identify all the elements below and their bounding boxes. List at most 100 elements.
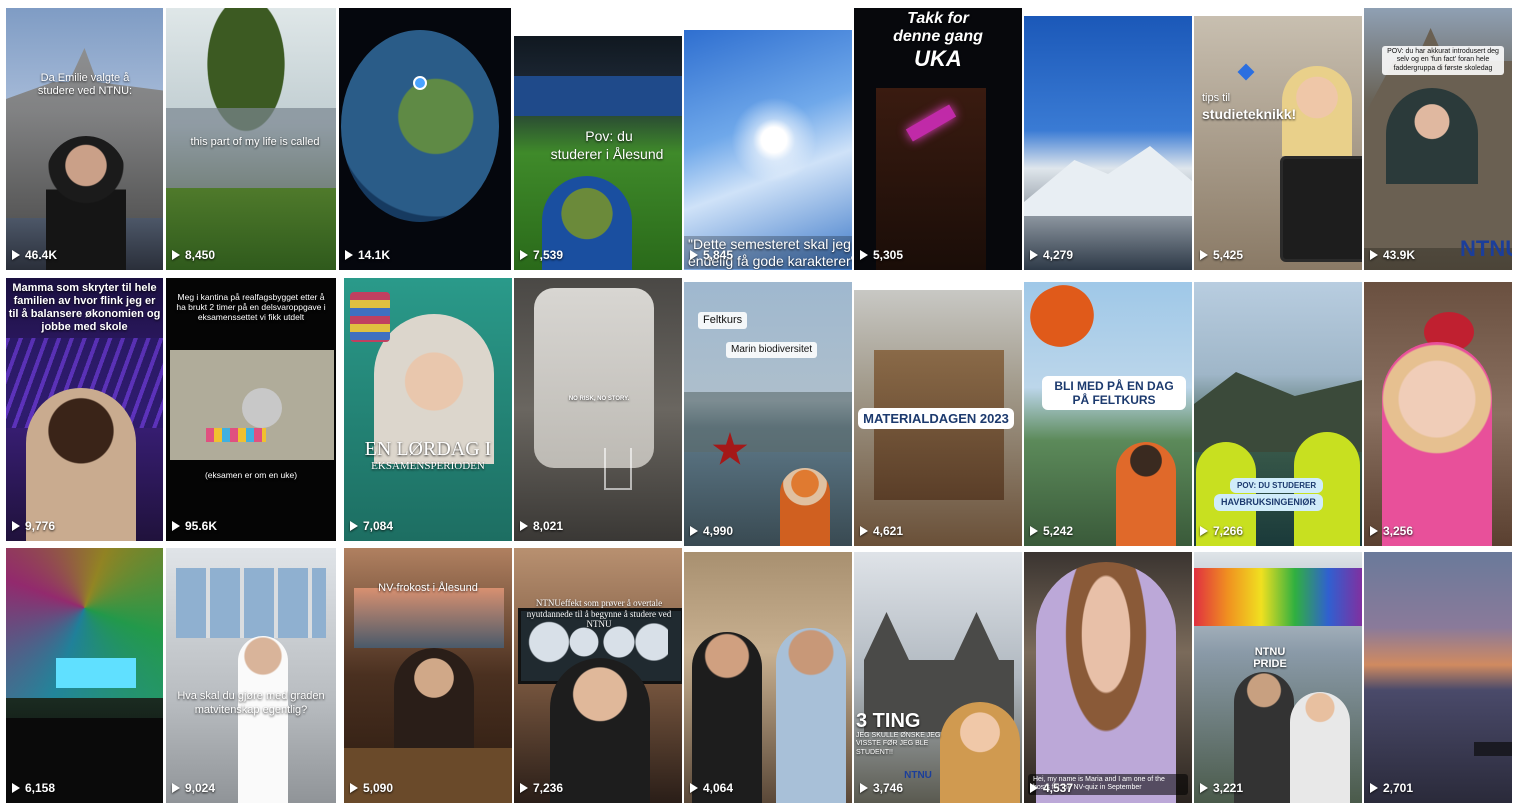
video-tile[interactable]: this part of my life is called 8,450 xyxy=(166,8,336,270)
play-icon xyxy=(1370,526,1378,536)
video-tile[interactable]: 14.1K xyxy=(339,8,511,270)
person-image xyxy=(534,288,654,468)
view-count: 3,746 xyxy=(860,781,903,795)
play-icon xyxy=(690,783,698,793)
view-count: 9,776 xyxy=(12,519,55,533)
rainbow-banner xyxy=(1194,568,1362,626)
view-count: 4,064 xyxy=(690,781,733,795)
view-count: 14.1K xyxy=(345,248,390,262)
view-count: 5,090 xyxy=(350,781,393,795)
view-count: 4,621 xyxy=(860,524,903,538)
tile-caption: Takk for xyxy=(907,10,969,27)
view-count: 7,266 xyxy=(1200,524,1243,538)
video-tile[interactable]: 2,701 xyxy=(1364,552,1512,803)
play-icon xyxy=(860,526,868,536)
person-image xyxy=(1386,88,1478,184)
person-image xyxy=(1116,442,1176,546)
tile-caption: Pov: du xyxy=(585,128,633,144)
window-image xyxy=(176,568,326,638)
view-count: 7,539 xyxy=(520,248,563,262)
tile-caption: POV: du har akkurat introdusert deg selv… xyxy=(1382,46,1504,75)
tile-caption: Feltkurs xyxy=(698,312,748,329)
play-icon xyxy=(350,521,358,531)
video-tile[interactable]: Hei, my name is Maria and I am one of th… xyxy=(1024,552,1192,803)
video-tile[interactable]: POV: DU STUDERER HAVBRUKSINGENIØR 7,266 xyxy=(1194,282,1362,546)
video-tile[interactable]: Feltkurs Marin biodiversitet 4,990 xyxy=(684,282,852,546)
play-icon xyxy=(172,783,180,793)
video-tile[interactable]: "Dette semesteret skal jeg endelig få go… xyxy=(684,30,852,270)
books-sticker xyxy=(350,292,390,342)
view-count: 5,305 xyxy=(860,248,903,262)
stadium-image xyxy=(514,76,682,116)
tile-caption: Da Emilie valgte å studere ved NTNU: xyxy=(37,72,133,97)
play-icon xyxy=(690,526,698,536)
view-count: 8,021 xyxy=(520,519,563,533)
play-icon xyxy=(860,250,868,260)
video-tile[interactable]: NTNU PRIDE 3,221 xyxy=(1194,552,1362,803)
video-tile[interactable]: 3,256 xyxy=(1364,282,1512,546)
video-tile[interactable]: NO RISK, NO STORY. 8,021 xyxy=(514,278,682,541)
tile-caption: UKA xyxy=(914,46,962,71)
person-image xyxy=(550,658,650,803)
video-tile[interactable]: NV-frokost i Ålesund 5,090 xyxy=(344,548,512,803)
tile-caption: matvitenskap egentlig? xyxy=(194,704,308,716)
person-image xyxy=(46,136,126,270)
tablet-image xyxy=(1280,156,1362,262)
video-tile[interactable]: Meg i kantina på realfagsbygget etter å … xyxy=(166,278,336,541)
tile-caption: NTNUeffekt som prøver å overtale nyutdan… xyxy=(526,598,672,630)
play-icon xyxy=(1370,783,1378,793)
person-image xyxy=(238,636,288,803)
video-tile[interactable]: tips til studieteknikk! 5,425 xyxy=(1194,16,1362,270)
play-icon xyxy=(1370,250,1378,260)
person-image xyxy=(1036,562,1176,803)
video-tile[interactable]: 6,158 xyxy=(6,548,163,803)
tile-caption: Hva skal du gjøre med graden xyxy=(177,690,325,702)
video-tile[interactable]: POV: du har akkurat introdusert deg selv… xyxy=(1364,8,1512,270)
play-icon xyxy=(1030,783,1038,793)
view-count: 2,701 xyxy=(1370,781,1413,795)
tile-caption: EN LØRDAG I xyxy=(364,438,492,460)
view-count: 5,425 xyxy=(1200,248,1243,262)
view-count: 8,450 xyxy=(172,248,215,262)
video-tile[interactable]: 4,279 xyxy=(1024,16,1192,270)
view-count: 43.9K xyxy=(1370,248,1415,262)
rocks-image xyxy=(684,392,852,452)
video-tile[interactable]: MATERIALDAGEN 2023 4,621 xyxy=(854,290,1022,546)
video-tile[interactable]: 4,064 xyxy=(684,552,852,803)
play-icon xyxy=(350,783,358,793)
video-tile[interactable]: BLI MED PÅ EN DAG PÅ FELTKURS 5,242 xyxy=(1024,282,1192,546)
video-tile[interactable]: EN LØRDAG I EKSAMENSPERIODEN 7,084 xyxy=(344,278,512,541)
tile-caption: NV-frokost i Ålesund xyxy=(378,582,478,594)
video-grid: Da Emilie valgte å studere ved NTNU: 46.… xyxy=(6,8,1512,803)
video-tile[interactable]: NTNUeffekt som prøver å overtale nyutdan… xyxy=(514,548,682,803)
tile-caption: tips til xyxy=(1202,92,1231,104)
view-count: 5,845 xyxy=(690,248,733,262)
person-image xyxy=(780,468,830,546)
view-count: 6,158 xyxy=(12,781,55,795)
view-count: 7,084 xyxy=(350,519,393,533)
video-tile[interactable]: 3 TING JEG SKULLE ØNSKE JEG VISSTE FØR J… xyxy=(854,552,1022,803)
tile-caption: HAVBRUKSINGENIØR xyxy=(1214,494,1323,511)
tile-caption: studieteknikk! xyxy=(1202,106,1297,122)
tile-caption: NTNU xyxy=(1460,236,1512,261)
play-icon xyxy=(12,250,20,260)
play-icon xyxy=(520,250,528,260)
beaker-image xyxy=(604,448,632,490)
tile-caption: (eksamen er om en uke) xyxy=(204,470,298,480)
view-count: 5,242 xyxy=(1030,524,1073,538)
play-icon xyxy=(172,521,180,531)
play-icon xyxy=(345,250,353,260)
play-icon xyxy=(12,521,20,531)
play-icon xyxy=(520,521,528,531)
suit-sticker xyxy=(1024,282,1104,357)
tile-caption: this part of my life is called xyxy=(190,136,320,148)
video-tile[interactable]: Pov: du studerer i Ålesund 7,539 xyxy=(514,36,682,270)
video-tile[interactable]: Da Emilie valgte å studere ved NTNU: 46.… xyxy=(6,8,163,270)
tile-caption: NTNU xyxy=(904,770,932,781)
tile-caption: MATERIALDAGEN 2023 xyxy=(858,408,1014,430)
pier-image xyxy=(1474,742,1512,756)
view-count: 4,537 xyxy=(1030,781,1073,795)
video-tile[interactable]: Takk for denne gang UKA 5,305 xyxy=(854,8,1022,270)
video-tile[interactable]: Mamma som skryter til hele familien av h… xyxy=(6,278,163,541)
video-tile[interactable]: Hva skal du gjøre med graden matvitenska… xyxy=(166,548,336,803)
